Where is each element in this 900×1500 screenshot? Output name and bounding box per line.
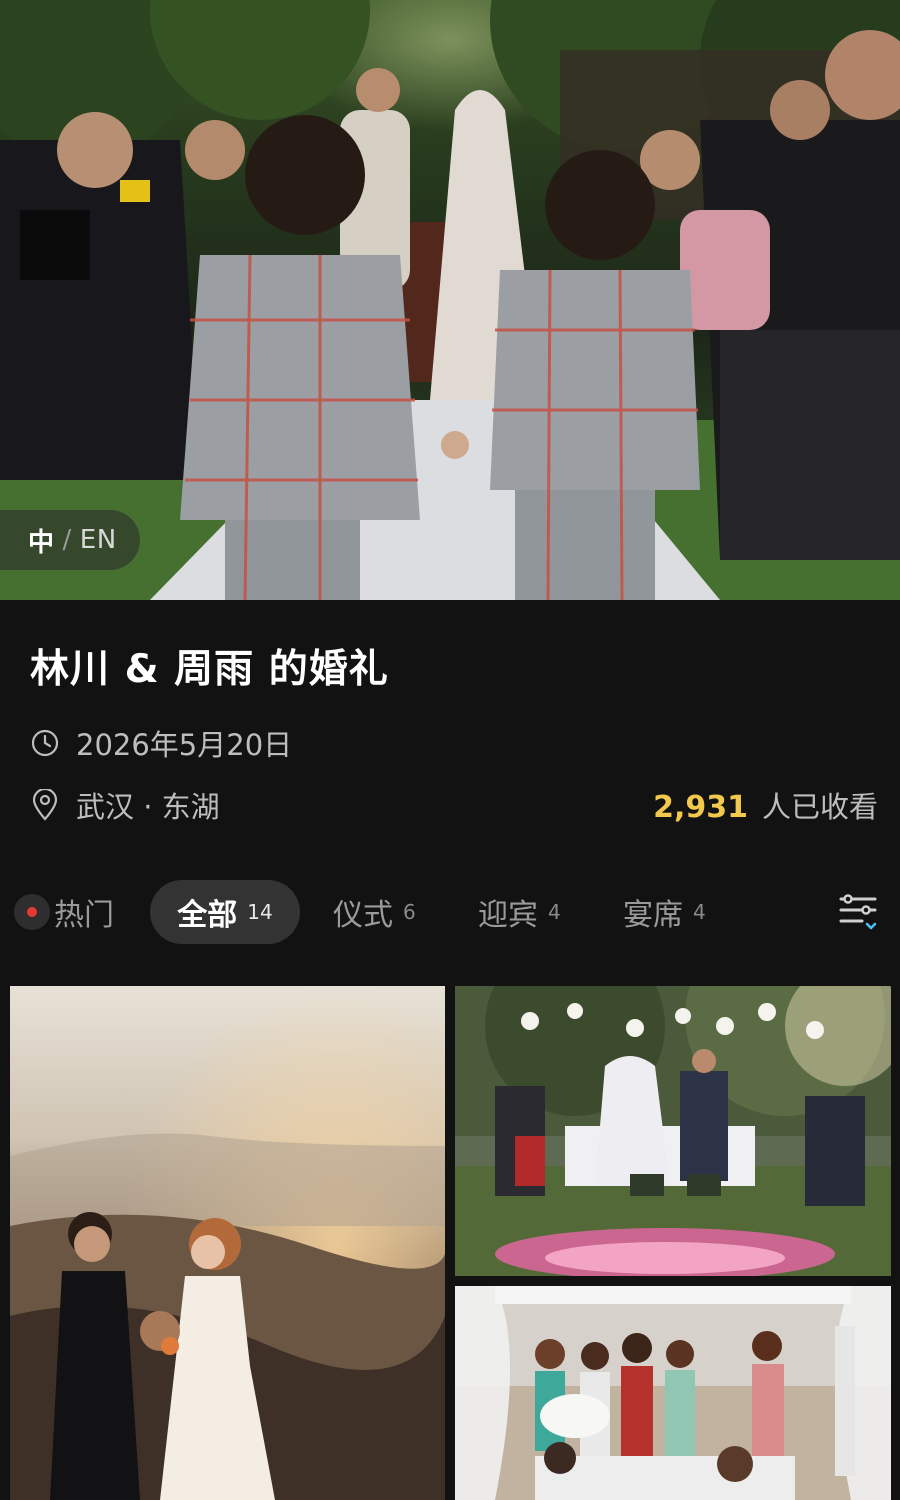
tab-count: 4 <box>548 900 561 924</box>
tab-hot[interactable]: 热门 <box>14 880 114 944</box>
event-date: 2026年5月20日 <box>76 728 293 762</box>
tab-count: 6 <box>403 900 416 924</box>
tab-label: 迎宾 <box>478 898 538 933</box>
gallery-photo-couple[interactable] <box>10 986 445 1500</box>
gallery-photo-beach-bridesmaids[interactable] <box>455 1286 891 1500</box>
event-location: 武汉 · 东湖 <box>76 790 220 824</box>
tab-label: 热门 <box>54 898 114 933</box>
tab-ceremony[interactable]: 仪式 6 <box>333 880 416 944</box>
beach-bridesmaids-photo <box>455 1286 891 1500</box>
hero-illustration <box>0 0 900 600</box>
views-count: 2,931 <box>653 790 748 825</box>
event-location-row: 武汉 · 东湖 <box>30 784 220 826</box>
couple-mountain-photo <box>10 986 445 1500</box>
language-en[interactable]: EN <box>80 525 117 555</box>
tab-all[interactable]: 全部 14 <box>150 880 300 944</box>
gallery-photo-garden-ceremony[interactable] <box>455 986 891 1276</box>
views-label: 人已收看 <box>761 790 878 824</box>
category-tabs: 热门 全部 14 仪式 6 迎宾 4 宴席 4 <box>0 880 900 944</box>
tab-label: 仪式 <box>333 898 393 933</box>
tab-label: 宴席 <box>623 898 683 933</box>
views-counter: 2,931 人已收看 <box>653 784 878 826</box>
tab-label: 全部 <box>177 898 238 933</box>
garden-ceremony-photo <box>455 986 891 1276</box>
event-title: 林川 & 周雨 的婚礼 <box>30 647 389 692</box>
language-zh[interactable]: 中 <box>28 522 55 559</box>
red-dot-icon <box>14 894 50 930</box>
tab-banquet[interactable]: 宴席 4 <box>623 880 706 944</box>
event-date-row: 2026年5月20日 <box>30 722 292 764</box>
language-separator: / <box>62 525 72 555</box>
clock-icon <box>31 729 59 757</box>
tab-count: 4 <box>693 900 706 924</box>
location-pin-icon <box>32 789 58 821</box>
language-toggle[interactable]: 中 / EN <box>0 510 140 570</box>
tab-count: 14 <box>247 900 273 924</box>
hero-image[interactable]: 中 / EN <box>0 0 900 600</box>
tab-reception[interactable]: 迎宾 4 <box>478 880 561 944</box>
filter-sort-icon[interactable] <box>838 893 880 933</box>
